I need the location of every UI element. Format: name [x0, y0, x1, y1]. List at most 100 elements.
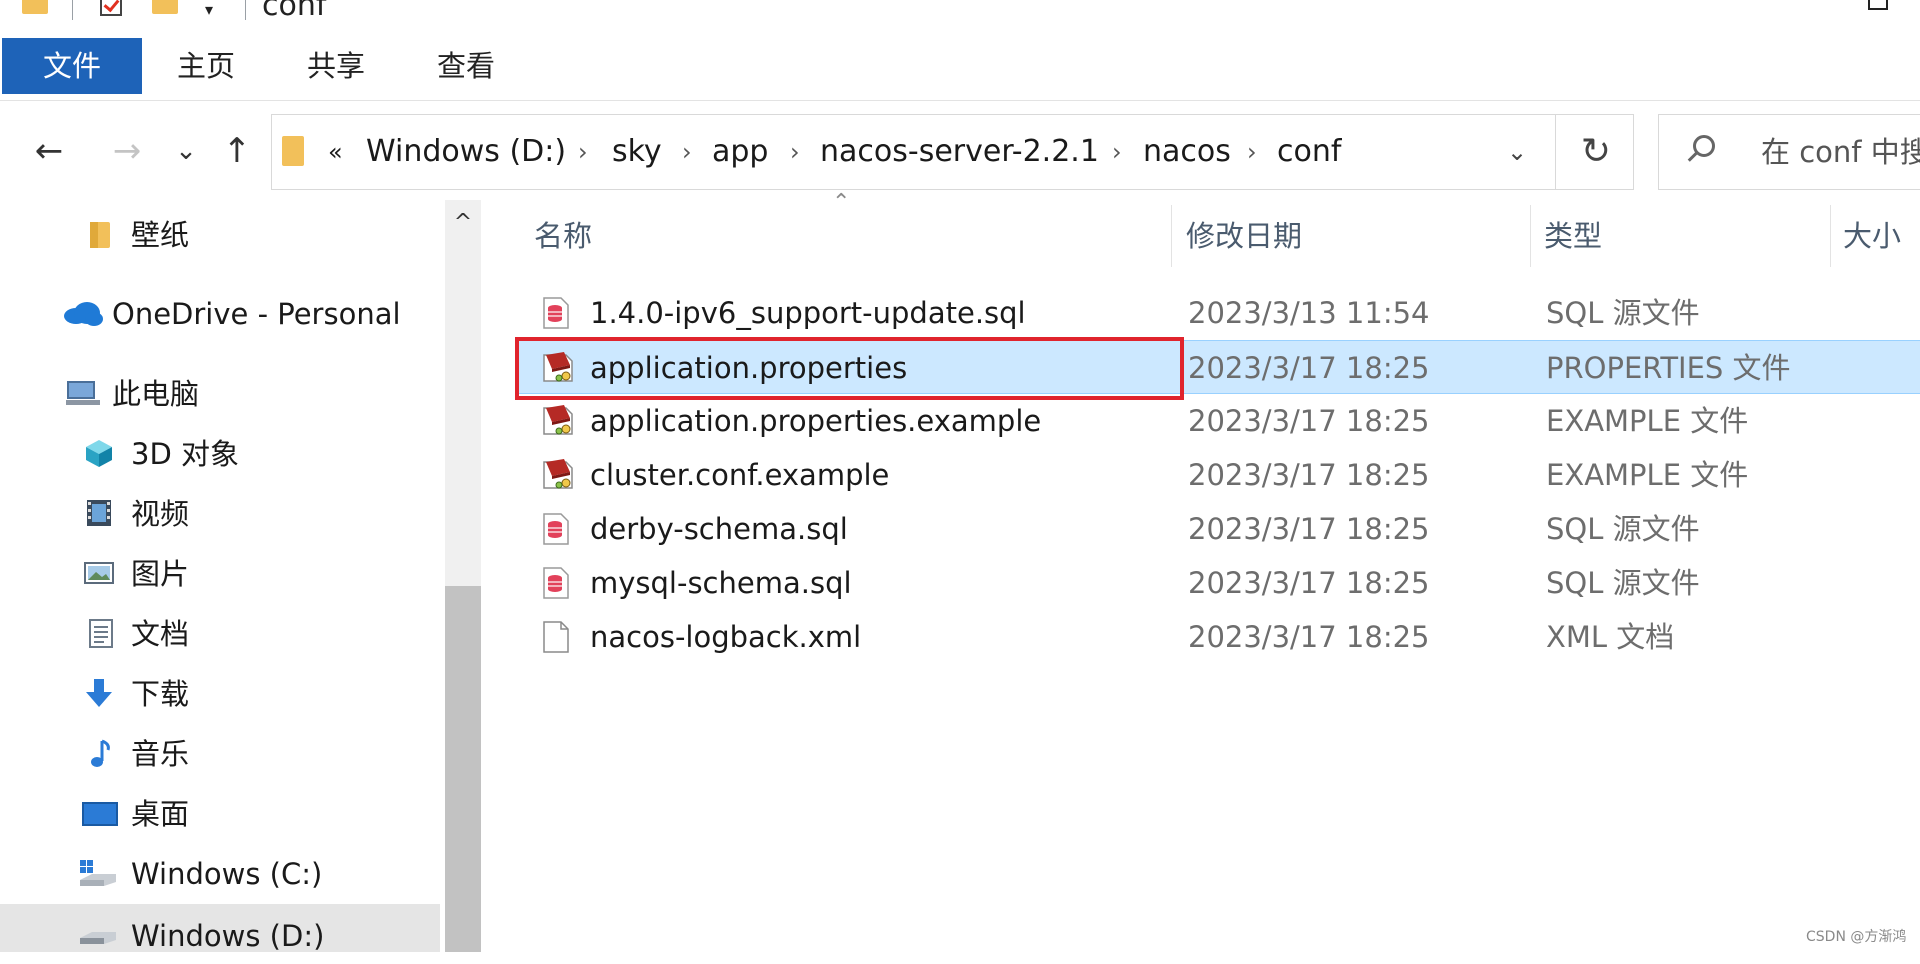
maximize-button[interactable]	[1868, 0, 1888, 10]
new-folder-icon[interactable]	[152, 0, 178, 14]
breadcrumb-overflow[interactable]: «	[328, 115, 343, 189]
breadcrumb-nacos-server[interactable]: nacos-server-2.2.1	[820, 115, 1099, 189]
breadcrumb-conf[interactable]: conf	[1277, 115, 1341, 189]
sidebar-item-onedrive[interactable]: OneDrive - Personal	[0, 286, 440, 342]
sidebar-item-music[interactable]: 音乐	[0, 726, 440, 782]
scroll-up-icon[interactable]: ^	[445, 210, 481, 240]
tab-share[interactable]: 共享	[288, 38, 384, 94]
tab-home[interactable]: 主页	[158, 38, 254, 94]
annotation-highlight-box	[515, 337, 1184, 400]
file-date: 2023/3/17 18:25	[1188, 351, 1430, 385]
file-name: nacos-logback.xml	[590, 620, 862, 654]
address-divider	[1555, 115, 1556, 189]
address-bar[interactable]: « Windows (D:) › sky › app › nacos-serve…	[271, 114, 1634, 190]
sidebar-item-label: 文档	[131, 617, 190, 651]
column-header-date[interactable]: 修改日期	[1186, 200, 1302, 272]
properties-checkbox-icon[interactable]	[100, 0, 122, 16]
sidebar-item-label: 下载	[131, 677, 190, 711]
forward-button[interactable]: →	[104, 128, 150, 174]
sidebar-item-desktop[interactable]: 桌面	[0, 786, 440, 842]
onedrive-icon	[60, 298, 104, 328]
navigation-pane: 壁纸 OneDrive - Personal 此电脑 3D 对象 视频 图片 文…	[0, 200, 445, 953]
back-button[interactable]: ←	[26, 128, 72, 174]
breadcrumb-app[interactable]: app	[712, 115, 768, 189]
download-icon	[84, 678, 114, 708]
sidebar-item-label: OneDrive - Personal	[112, 297, 401, 331]
search-icon	[1693, 135, 1715, 157]
example-file-icon	[542, 458, 573, 490]
sidebar-item-label: 壁纸	[131, 218, 190, 252]
toolbar-divider	[245, 0, 246, 20]
example-file-icon	[542, 404, 573, 436]
file-name: mysql-schema.sql	[590, 566, 852, 600]
address-dropdown-icon[interactable]: ⌄	[1487, 115, 1547, 189]
file-date: 2023/3/17 18:25	[1188, 512, 1430, 546]
toolbar-divider	[72, 0, 73, 20]
column-divider[interactable]	[1171, 205, 1172, 267]
sidebar-item-label: 音乐	[131, 737, 190, 771]
folder-icon	[282, 136, 304, 166]
documents-icon	[86, 618, 116, 648]
up-button[interactable]: ↑	[214, 128, 260, 174]
breadcrumb-separator-icon[interactable]: ›	[682, 115, 692, 189]
search-placeholder: 在 conf 中搜	[1761, 135, 1920, 169]
file-type: PROPERTIES 文件	[1546, 351, 1791, 385]
sidebar-item-downloads[interactable]: 下载	[0, 666, 440, 722]
ribbon-tabs: 文件 主页 共享 查看	[0, 38, 1920, 101]
sidebar-item-drive-c[interactable]: Windows (C:)	[0, 846, 440, 902]
computer-icon	[64, 378, 104, 408]
breadcrumb-separator-icon[interactable]: ›	[578, 115, 588, 189]
navigation-pane-scrollbar[interactable]: ^	[445, 200, 481, 952]
file-row[interactable]: nacos-logback.xml 2023/3/17 18:25 XML 文档	[518, 610, 1920, 664]
file-type: SQL 源文件	[1546, 512, 1700, 546]
sql-file-icon	[542, 567, 570, 599]
sidebar-item-label: 图片	[131, 557, 190, 591]
search-box[interactable]: 在 conf 中搜	[1658, 114, 1920, 190]
3d-objects-icon	[84, 438, 114, 468]
breadcrumb-separator-icon[interactable]: ›	[1112, 115, 1122, 189]
sidebar-item-documents[interactable]: 文档	[0, 606, 440, 662]
column-header-name[interactable]: 名称	[534, 200, 592, 272]
file-type: EXAMPLE 文件	[1546, 458, 1749, 492]
breadcrumb-separator-icon[interactable]: ›	[790, 115, 800, 189]
breadcrumb-sky[interactable]: sky	[612, 115, 662, 189]
title-bar: ▾ conf	[0, 0, 1920, 38]
sidebar-item-wallpaper[interactable]: 壁纸	[0, 207, 440, 263]
file-row[interactable]: 1.4.0-ipv6_support-update.sql 2023/3/13 …	[518, 286, 1920, 340]
refresh-button[interactable]: ↻	[1560, 115, 1632, 189]
sidebar-item-this-pc[interactable]: 此电脑	[0, 366, 440, 422]
file-row[interactable]: derby-schema.sql 2023/3/17 18:25 SQL 源文件	[518, 502, 1920, 556]
scroll-thumb[interactable]	[445, 586, 481, 952]
drive-c-icon	[78, 858, 118, 888]
column-divider[interactable]	[1830, 205, 1831, 267]
navigation-bar: ← → ⌄ ↑ « Windows (D:) › sky › app › nac…	[0, 102, 1920, 200]
column-header-size[interactable]: 大小	[1843, 200, 1901, 272]
file-type: SQL 源文件	[1546, 296, 1700, 330]
file-type: EXAMPLE 文件	[1546, 404, 1749, 438]
sidebar-item-drive-d[interactable]: Windows (D:)	[0, 904, 440, 953]
breadcrumb-nacos[interactable]: nacos	[1143, 115, 1231, 189]
breadcrumb-separator-icon[interactable]: ›	[1247, 115, 1257, 189]
file-date: 2023/3/17 18:25	[1188, 458, 1430, 492]
breadcrumb-drive-d[interactable]: Windows (D:)	[366, 115, 566, 189]
file-name: cluster.conf.example	[590, 458, 890, 492]
folder-icon[interactable]	[22, 0, 48, 14]
sidebar-item-3d-objects[interactable]: 3D 对象	[0, 426, 440, 482]
file-date: 2023/3/17 18:25	[1188, 404, 1430, 438]
tab-view[interactable]: 查看	[418, 38, 514, 94]
tab-file[interactable]: 文件	[2, 38, 142, 94]
sidebar-item-pictures[interactable]: 图片	[0, 546, 440, 602]
quick-access-dropdown-icon[interactable]: ▾	[205, 0, 213, 19]
folder-icon	[86, 219, 116, 249]
column-header-type[interactable]: 类型	[1544, 200, 1602, 272]
file-row[interactable]: cluster.conf.example 2023/3/17 18:25 EXA…	[518, 448, 1920, 502]
sidebar-item-videos[interactable]: 视频	[0, 486, 440, 542]
column-divider[interactable]	[1530, 205, 1531, 267]
sidebar-item-label: 3D 对象	[131, 437, 239, 471]
drive-d-icon	[78, 918, 118, 948]
file-row[interactable]: application.properties.example 2023/3/17…	[518, 394, 1920, 448]
recent-locations-button[interactable]: ⌄	[163, 128, 209, 174]
music-icon	[86, 738, 116, 768]
file-type: XML 文档	[1546, 620, 1675, 654]
file-row[interactable]: mysql-schema.sql 2023/3/17 18:25 SQL 源文件	[518, 556, 1920, 610]
